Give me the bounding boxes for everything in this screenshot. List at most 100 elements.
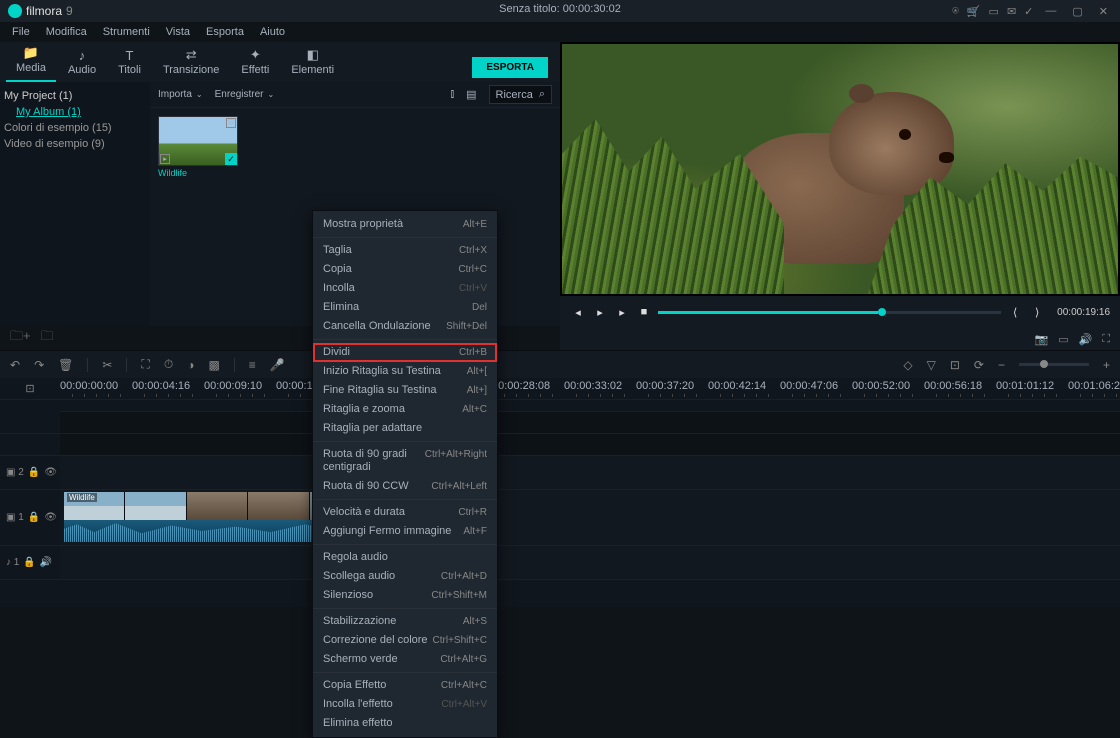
speed-button[interactable]: ⏱ xyxy=(164,357,173,372)
menu-item-ruota-di-90-gradi-centigradi[interactable]: Ruota di 90 gradi centigradiCtrl+Alt+Rig… xyxy=(313,445,497,477)
record-dropdown[interactable]: Enregistrer xyxy=(215,89,275,100)
tab-transizione[interactable]: ⇄Transizione xyxy=(153,44,229,82)
sort-icon[interactable]: ▤ xyxy=(466,88,476,101)
album-folder[interactable]: My Album (1) xyxy=(16,104,146,120)
menu-item-ruota-di-90-ccw[interactable]: Ruota di 90 CCWCtrl+Alt+Left xyxy=(313,477,497,496)
volume-icon[interactable]: 🔊 xyxy=(1079,333,1093,346)
voice-over-button[interactable]: 🎤 xyxy=(270,358,285,372)
tab-audio[interactable]: ♪Audio xyxy=(58,44,106,82)
menu-item-inizio-ritaglia-su-testina[interactable]: Inizio Ritaglia su TestinaAlt+[ xyxy=(313,362,497,381)
lock-icon[interactable]: 🔒 xyxy=(28,512,40,523)
menu-vista[interactable]: Vista xyxy=(166,26,190,38)
menu-file[interactable]: File xyxy=(12,26,30,38)
clip-settings-icon[interactable]: ⊡ xyxy=(226,118,236,128)
delete-button[interactable]: 🗑 xyxy=(58,358,73,372)
menu-item-scollega-audio[interactable]: Scollega audioCtrl+Alt+D xyxy=(313,567,497,586)
snapshot-icon[interactable]: 📷 xyxy=(1034,333,1048,346)
zoom-in-button[interactable]: + xyxy=(1103,358,1110,372)
lock-icon[interactable]: 🔒 xyxy=(28,467,40,478)
menu-item-elimina-effetto[interactable]: Elimina effetto xyxy=(313,714,497,733)
menu-item-correzione-del-colore[interactable]: Correzione del coloreCtrl+Shift+C xyxy=(313,631,497,650)
menu-item-copia-effetto[interactable]: Copia EffettoCtrl+Alt+C xyxy=(313,676,497,695)
tab-elementi[interactable]: ◧Elementi xyxy=(281,44,344,82)
zoom-slider[interactable] xyxy=(1019,363,1089,366)
menu-modifica[interactable]: Modifica xyxy=(46,26,87,38)
menu-item-velocit-e-durata[interactable]: Velocità e durataCtrl+R xyxy=(313,503,497,522)
prev-frame-button[interactable]: ◂ xyxy=(570,306,586,319)
menu-item-stabilizzazione[interactable]: StabilizzazioneAlt+S xyxy=(313,612,497,631)
message-icon[interactable]: ▭ xyxy=(989,5,999,18)
menu-item-ritaglia-e-zooma[interactable]: Ritaglia e zoomaAlt+C xyxy=(313,400,497,419)
menu-item-aggiungi-fermo-immagine[interactable]: Aggiungi Fermo immagineAlt+F xyxy=(313,522,497,541)
mute-icon[interactable]: 🔊 xyxy=(40,557,52,568)
quality-icon[interactable]: ▭ xyxy=(1058,333,1068,346)
lock-icon[interactable]: 🔒 xyxy=(23,557,35,568)
menu-esporta[interactable]: Esporta xyxy=(206,26,244,38)
eye-icon[interactable]: 👁 xyxy=(44,467,57,478)
color-button[interactable]: ◑ xyxy=(187,358,194,372)
track-header-1[interactable]: ▣ 1 🔒 👁 xyxy=(0,490,60,545)
menu-strumenti[interactable]: Strumenti xyxy=(103,26,150,38)
tab-effetti[interactable]: ✦Effetti xyxy=(231,44,279,82)
mark-out-button[interactable]: ⟩ xyxy=(1029,306,1045,319)
eye-icon[interactable]: 👁 xyxy=(44,512,57,523)
preview-scrubber[interactable] xyxy=(658,311,1001,314)
redo-button[interactable]: ↷ xyxy=(34,358,44,372)
timeline-ruler[interactable]: 00:00:00:0000:00:04:1600:00:09:1000:00:1… xyxy=(60,378,1120,399)
clip-preview-icon[interactable]: ▸ xyxy=(160,154,170,164)
cart-icon[interactable]: 🛒 xyxy=(967,5,981,18)
menu-item-silenzioso[interactable]: SilenziosoCtrl+Shift+M xyxy=(313,586,497,605)
timeline-settings-icon[interactable]: ⊡ xyxy=(25,382,34,395)
track-header-2[interactable]: ▣ 2 🔒 👁 xyxy=(0,456,60,489)
chat-icon[interactable]: ✉ xyxy=(1007,5,1016,18)
preview-video[interactable] xyxy=(562,44,1118,294)
menu-item-taglia[interactable]: TagliaCtrl+X xyxy=(313,241,497,260)
track-header-audio-1[interactable]: ♪ 1 🔒 🔊 xyxy=(0,546,60,579)
mark-in-button[interactable]: ⟨ xyxy=(1007,306,1023,319)
split-button[interactable]: ✂ xyxy=(102,358,112,372)
menu-item-ritaglia-per-adattare[interactable]: Ritaglia per adattare xyxy=(313,419,497,438)
open-folder-icon[interactable]: 🗀 xyxy=(41,327,54,349)
menu-item-dividi[interactable]: DividiCtrl+B xyxy=(313,343,497,362)
render-button[interactable]: ⟳ xyxy=(974,358,984,372)
minimize-button[interactable]: — xyxy=(1041,5,1060,17)
filter-icon[interactable]: ⫾ xyxy=(451,88,455,101)
timeline-toolbar: ↶ ↷ 🗑 ✂ ⛶ ⏱ ◑ ▩ ≡ 🎤 ◇ ▽ ⊡ ⟳ − + xyxy=(0,350,1120,378)
sample-colors[interactable]: Colori di esempio (15) xyxy=(4,120,146,136)
menu-item-regola-audio[interactable]: Regola audio xyxy=(313,548,497,567)
zoom-out-button[interactable]: − xyxy=(998,358,1005,372)
zoom-fit-button[interactable]: ⊡ xyxy=(950,358,960,372)
menu-aiuto[interactable]: Aiuto xyxy=(260,26,285,38)
menu-item-elimina[interactable]: EliminaDel xyxy=(313,298,497,317)
play-button[interactable]: ▸ xyxy=(592,306,608,319)
account-icon[interactable]: ⍟ xyxy=(952,5,959,18)
check-icon[interactable]: ✓ xyxy=(1024,5,1033,18)
new-folder-icon[interactable]: 🗀+ xyxy=(10,327,31,349)
crop-button[interactable]: ⛶ xyxy=(141,357,149,372)
marker2-button[interactable]: ▽ xyxy=(927,358,936,372)
export-button[interactable]: ESPORTA xyxy=(472,57,548,78)
tab-media[interactable]: 📁Media xyxy=(6,42,56,82)
tab-titoli[interactable]: TTitoli xyxy=(108,44,151,82)
menu-item-copia[interactable]: CopiaCtrl+C xyxy=(313,260,497,279)
project-folder[interactable]: My Project (1) xyxy=(4,88,146,104)
sample-videos[interactable]: Video di esempio (9) xyxy=(4,136,146,152)
search-input[interactable]: Ricerca ⌕ xyxy=(489,85,552,104)
menu-item-mostra-propriet-[interactable]: Mostra proprietàAlt+E xyxy=(313,215,497,234)
close-button[interactable]: ✕ xyxy=(1095,5,1112,18)
next-frame-button[interactable]: ▸ xyxy=(614,306,630,319)
fullscreen-icon[interactable]: ⛶ xyxy=(1102,333,1110,346)
media-clip[interactable]: ⊡ ▸ ✓ Wildlife xyxy=(158,116,238,178)
greenscreen-button[interactable]: ▩ xyxy=(208,358,219,372)
menu-item-schermo-verde[interactable]: Schermo verdeCtrl+Alt+G xyxy=(313,650,497,669)
undo-button[interactable]: ↶ xyxy=(10,358,20,372)
media-sidebar: My Project (1) My Album (1) Colori di es… xyxy=(0,82,150,326)
marker-button[interactable]: ◇ xyxy=(903,358,912,372)
titlebar: filmora9 Senza titolo: 00:00:30:02 ⍟ 🛒 ▭… xyxy=(0,0,1120,22)
stop-button[interactable]: ■ xyxy=(636,306,652,318)
audio-mixer-button[interactable]: ≡ xyxy=(249,358,256,372)
maximize-button[interactable]: ▢ xyxy=(1068,5,1086,18)
import-dropdown[interactable]: Importa xyxy=(158,89,203,100)
menu-item-cancella-ondulazione[interactable]: Cancella OndulazioneShift+Del xyxy=(313,317,497,336)
menu-item-fine-ritaglia-su-testina[interactable]: Fine Ritaglia su TestinaAlt+] xyxy=(313,381,497,400)
